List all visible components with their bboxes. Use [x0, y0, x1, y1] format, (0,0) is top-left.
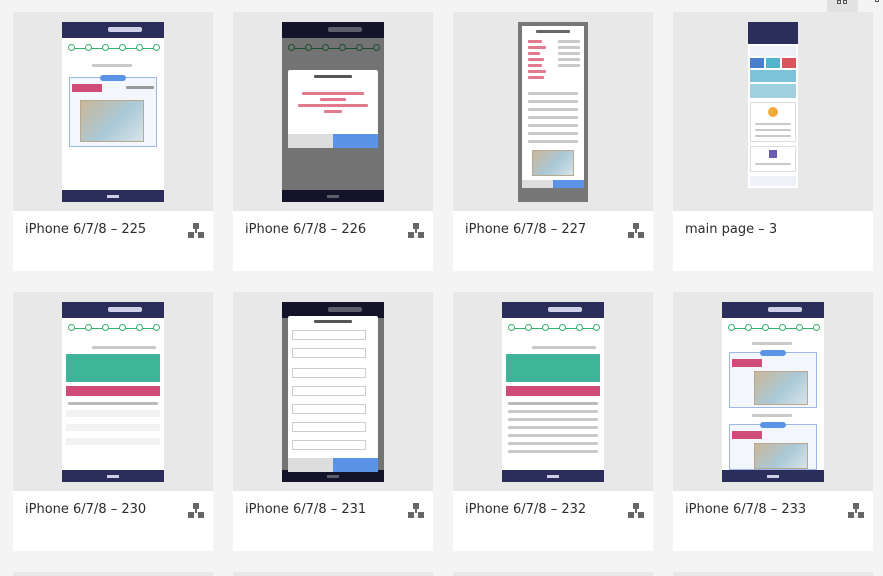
artboard-thumbnail[interactable]: [673, 292, 873, 491]
artboard-title[interactable]: iPhone 6/7/8 – 232: [465, 502, 586, 517]
artboard-title[interactable]: iPhone 6/7/8 – 230: [25, 502, 146, 517]
grid-view-icon[interactable]: [827, 0, 858, 12]
artboard-card[interactable]: iPhone 6/7/8 – 233: [673, 292, 873, 551]
prototype-flow-icon[interactable]: [628, 223, 644, 239]
artboard-card-partial[interactable]: [13, 572, 213, 576]
prototype-flow-icon[interactable]: [408, 503, 424, 519]
artboard-card[interactable]: main page – 3: [673, 12, 873, 271]
artboard-thumbnail[interactable]: [233, 12, 433, 211]
artboard-card[interactable]: iPhone 6/7/8 – 231: [233, 292, 433, 551]
artboard-thumbnail[interactable]: [453, 292, 653, 491]
artboard-thumbnail[interactable]: [673, 12, 873, 211]
artboard-thumbnail[interactable]: [13, 292, 213, 491]
artboard-title[interactable]: iPhone 6/7/8 – 225: [25, 222, 146, 237]
artboard-card[interactable]: iPhone 6/7/8 – 227: [453, 12, 653, 271]
artboard-card-partial[interactable]: [233, 572, 433, 576]
prototype-flow-icon[interactable]: [628, 503, 644, 519]
artboard-title[interactable]: iPhone 6/7/8 – 233: [685, 502, 806, 517]
prototype-flow-icon[interactable]: [408, 223, 424, 239]
artboard-card[interactable]: iPhone 6/7/8 – 226: [233, 12, 433, 271]
artboard-title[interactable]: iPhone 6/7/8 – 227: [465, 222, 586, 237]
artboard-card-partial[interactable]: [453, 572, 653, 576]
prototype-flow-icon[interactable]: [188, 223, 204, 239]
artboard-title[interactable]: main page – 3: [685, 222, 777, 237]
artboard-title[interactable]: iPhone 6/7/8 – 231: [245, 502, 366, 517]
artboard-card-partial[interactable]: [673, 572, 873, 576]
artboard-thumbnail[interactable]: [13, 12, 213, 211]
list-view-icon[interactable]: [863, 0, 883, 12]
artboard-title[interactable]: iPhone 6/7/8 – 226: [245, 222, 366, 237]
prototype-flow-icon[interactable]: [188, 503, 204, 519]
artboard-thumbnail[interactable]: [233, 292, 433, 491]
artboard-card[interactable]: iPhone 6/7/8 – 225: [13, 12, 213, 271]
artboard-card[interactable]: iPhone 6/7/8 – 230: [13, 292, 213, 551]
artboard-grid: iPhone 6/7/8 – 225 iPhone 6/7/8 – 226 iP…: [0, 0, 883, 576]
artboard-thumbnail[interactable]: [453, 12, 653, 211]
prototype-flow-icon[interactable]: [848, 503, 864, 519]
artboard-card[interactable]: iPhone 6/7/8 – 232: [453, 292, 653, 551]
